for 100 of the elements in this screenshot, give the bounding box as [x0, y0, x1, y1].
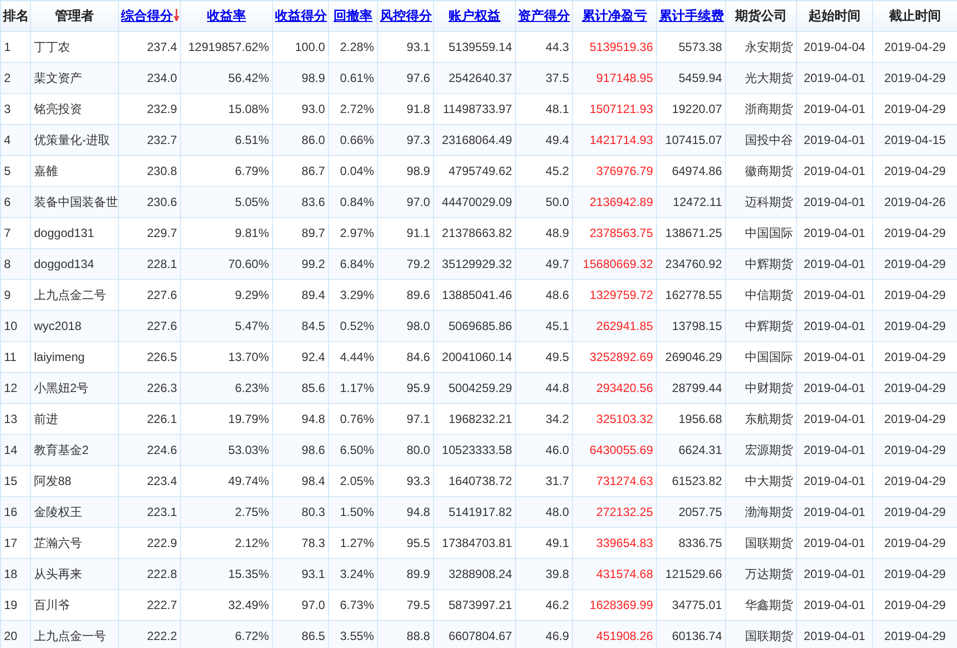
table-cell: 2057.75 [656, 496, 726, 528]
table-cell: 80.0 [378, 434, 434, 466]
table-cell: 223.1 [118, 496, 180, 528]
table-cell: 80.3 [272, 496, 328, 528]
column-header: 起始时间 [808, 8, 860, 23]
table-cell: 中辉期货 [726, 248, 796, 280]
column-header: 期货公司 [735, 8, 787, 23]
table-cell: 2019-04-01 [796, 434, 872, 466]
table-cell: 2542640.37 [434, 62, 516, 94]
table-cell: 45.1 [516, 310, 572, 342]
table-cell: 97.6 [378, 62, 434, 94]
table-cell: 86.5 [272, 620, 328, 648]
table-cell: 2019-04-01 [796, 620, 872, 648]
table-cell: 6.84% [328, 248, 378, 280]
table-cell: 2019-04-01 [796, 124, 872, 156]
table-cell: 宏源期货 [726, 434, 796, 466]
table-cell: 46.9 [516, 620, 572, 648]
table-cell: 89.9 [378, 558, 434, 590]
table-cell: doggod134 [30, 248, 118, 280]
column-header: 截止时间 [889, 8, 941, 23]
table-cell: 18 [0, 558, 30, 590]
table-cell: 262941.85 [572, 310, 656, 342]
table-cell: 20 [0, 620, 30, 648]
table-cell: 97.0 [378, 186, 434, 218]
table-cell: 227.6 [118, 310, 180, 342]
table-cell: 国投中谷 [726, 124, 796, 156]
sort-down-arrow-icon [174, 9, 179, 21]
table-cell: 49.4 [516, 124, 572, 156]
table-cell: 6.51% [180, 124, 272, 156]
table-cell: 5.47% [180, 310, 272, 342]
table-cell: 2019-04-26 [872, 186, 957, 218]
table-cell: 98.6 [272, 434, 328, 466]
table-cell: 60136.74 [656, 620, 726, 648]
table-cell: 5069685.86 [434, 310, 516, 342]
table-cell: 13798.15 [656, 310, 726, 342]
table-cell: 53.03% [180, 434, 272, 466]
table-cell: 金陵权王 [30, 496, 118, 528]
table-cell: 2019-04-29 [872, 620, 957, 648]
table-cell: 95.9 [378, 372, 434, 404]
table-cell: 222.2 [118, 620, 180, 648]
table-cell: 8 [0, 248, 30, 280]
table-cell: 6.50% [328, 434, 378, 466]
table-cell: 15.35% [180, 558, 272, 590]
table-cell: 88.8 [378, 620, 434, 648]
table-cell: 2019-04-01 [796, 558, 872, 590]
table-cell: 6.23% [180, 372, 272, 404]
table-cell: 5141917.82 [434, 496, 516, 528]
column-header: 管理者 [55, 8, 94, 23]
table-cell: 2019-04-01 [796, 186, 872, 218]
table-cell: 44.8 [516, 372, 572, 404]
table-cell: 6 [0, 186, 30, 218]
table-cell: 2136942.89 [572, 186, 656, 218]
table-cell: 222.8 [118, 558, 180, 590]
table-cell: 15680669.32 [572, 248, 656, 280]
table-cell: 44470029.09 [434, 186, 516, 218]
table-cell: 35129929.32 [434, 248, 516, 280]
table-cell: 224.6 [118, 434, 180, 466]
table-cell: 中辉期货 [726, 310, 796, 342]
table-cell: 2019-04-29 [872, 558, 957, 590]
table-cell: 23168064.49 [434, 124, 516, 156]
table-cell: 6.72% [180, 620, 272, 648]
table-cell: 2019-04-01 [796, 496, 872, 528]
column-header: 排名 [3, 8, 29, 23]
table-cell: 98.9 [272, 62, 328, 94]
table-cell: 107415.07 [656, 124, 726, 156]
table-cell: 0.84% [328, 186, 378, 218]
table-cell: 2.75% [180, 496, 272, 528]
table-cell: 小黑妞2号 [30, 372, 118, 404]
table-cell: 49.7 [516, 248, 572, 280]
table-cell: 1421714.93 [572, 124, 656, 156]
table-cell: 5.05% [180, 186, 272, 218]
table-cell: 10523333.58 [434, 434, 516, 466]
table-cell: 1.17% [328, 372, 378, 404]
table-cell: 14 [0, 434, 30, 466]
table-cell: 39.8 [516, 558, 572, 590]
table-cell: 10 [0, 310, 30, 342]
table-cell: 94.8 [378, 496, 434, 528]
table-cell: 教育基金2 [30, 434, 118, 466]
table-cell: 2019-04-29 [872, 496, 957, 528]
table-cell: 6607804.67 [434, 620, 516, 648]
table-cell: 46.0 [516, 434, 572, 466]
table-cell: 83.6 [272, 186, 328, 218]
table-cell: 28799.44 [656, 372, 726, 404]
table-cell: 50.0 [516, 186, 572, 218]
table-cell: 98.0 [378, 310, 434, 342]
table-cell: 917148.95 [572, 62, 656, 94]
table-cell: 装备中国装备世 [30, 186, 118, 218]
table-cell: 迈科期货 [726, 186, 796, 218]
table-cell: 431574.68 [572, 558, 656, 590]
table-cell: 272132.25 [572, 496, 656, 528]
table-cell: 84.5 [272, 310, 328, 342]
table-cell: 2 [0, 62, 30, 94]
table-cell: 棐文资产 [30, 62, 118, 94]
table-cell: 渤海期货 [726, 496, 796, 528]
table-cell: 12 [0, 372, 30, 404]
table-cell: 光大期货 [726, 62, 796, 94]
table-cell: 2019-04-29 [872, 434, 957, 466]
table-cell: 2019-04-15 [872, 124, 957, 156]
table-cell: wyc2018 [30, 310, 118, 342]
table-cell: 0.61% [328, 62, 378, 94]
